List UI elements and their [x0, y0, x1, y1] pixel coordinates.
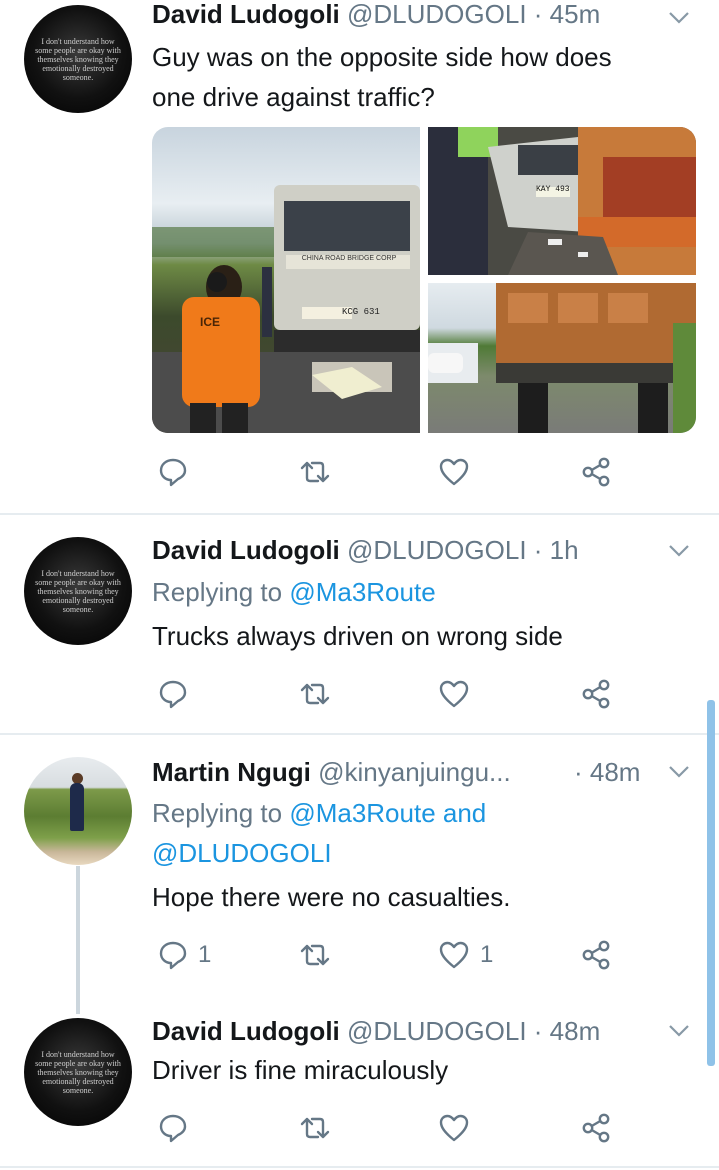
retweet-button[interactable] [298, 452, 342, 492]
share-button[interactable] [580, 935, 612, 975]
tweet-actions [0, 1108, 719, 1148]
retweet-icon [300, 683, 330, 705]
timestamp[interactable]: · 1h [534, 535, 579, 565]
license-plate-left: KCG 631 [342, 307, 380, 317]
user-handle[interactable]: @DLUDOGOLI [347, 535, 527, 565]
tweet-actions: 1 1 [0, 935, 719, 975]
heart-icon [439, 941, 469, 969]
tweet-text-line: one drive against traffic? [152, 82, 435, 112]
display-name[interactable]: Martin Ngugi [152, 757, 311, 787]
reply-icon [159, 941, 187, 970]
photo-crushed-car[interactable]: KAY 493 [428, 127, 696, 275]
chevron-down-icon[interactable] [667, 543, 691, 559]
avatar-quote: I don't understand how some people are o… [35, 568, 121, 614]
tweet-text: Trucks always driven on wrong side [152, 621, 563, 651]
like-button[interactable]: 1 [438, 935, 493, 975]
thread-connector [76, 866, 80, 1014]
mention-link[interactable]: @DLUDOGOLI [152, 833, 486, 873]
avatar-quote: I don't understand how some people are o… [35, 36, 121, 82]
share-button[interactable] [580, 674, 612, 714]
tweet-text: Hope there were no casualties. [152, 882, 511, 912]
retweet-icon [300, 1117, 330, 1139]
tweet-2[interactable]: I don't understand how some people are o… [0, 515, 719, 733]
user-handle[interactable]: @kinyanjuingu... [318, 757, 511, 787]
display-name[interactable]: David Ludogoli [152, 0, 340, 29]
tweet-text: Driver is fine miraculously [152, 1055, 449, 1085]
like-count: 1 [480, 941, 494, 968]
avatar-quote: I don't understand how some people are o… [35, 1049, 121, 1095]
replying-to: Replying to @Ma3Route and @DLUDOGOLI [152, 793, 486, 873]
reply-button[interactable] [158, 452, 198, 492]
share-icon [582, 679, 610, 709]
replying-to: Replying to @Ma3Route [152, 572, 436, 612]
tweet-actions [0, 674, 719, 714]
tweet-text: Guy was on the opposite side how does on… [152, 37, 612, 117]
like-button[interactable] [438, 674, 480, 714]
tweet-header: Martin Ngugi @kinyanjuingu... · 48m [152, 756, 640, 788]
reply-icon [159, 680, 187, 709]
replying-label: Replying to [152, 798, 283, 828]
tweet-4[interactable]: I don't understand how some people are o… [0, 1005, 719, 1165]
retweet-button[interactable] [298, 674, 342, 714]
timestamp[interactable]: · 48m [574, 756, 640, 788]
display-name[interactable]: David Ludogoli [152, 1016, 340, 1046]
chevron-down-icon[interactable] [667, 10, 691, 26]
reply-button[interactable]: 1 [158, 935, 211, 975]
avatar[interactable]: I don't understand how some people are o… [24, 5, 132, 113]
reply-button[interactable] [158, 1108, 198, 1148]
vest-text: ICE [200, 315, 221, 329]
reply-button[interactable] [158, 674, 198, 714]
like-button[interactable] [438, 1108, 480, 1148]
avatar[interactable] [24, 757, 132, 865]
retweet-icon [300, 944, 330, 966]
like-button[interactable] [438, 452, 480, 492]
tweet-header: David Ludogoli @DLUDOGOLI · 48m [152, 1015, 600, 1047]
heart-icon [439, 680, 469, 708]
share-icon [582, 457, 610, 487]
tweet-header: David Ludogoli @DLUDOGOLI · 45m [152, 0, 600, 30]
divider [0, 1166, 719, 1168]
user-handle[interactable]: @DLUDOGOLI [347, 1016, 527, 1046]
tweet-actions [0, 452, 719, 492]
media-grid: CHINA ROAD BRIDGE CORP KCG 631 ICE KAY 4… [152, 127, 696, 433]
crushed-car-drawing [428, 127, 696, 275]
chevron-down-icon[interactable] [667, 1023, 691, 1039]
share-icon [582, 1113, 610, 1143]
reply-icon [159, 458, 187, 487]
avatar[interactable]: I don't understand how some people are o… [24, 537, 132, 645]
share-button[interactable] [580, 1108, 612, 1148]
retweet-icon [300, 461, 330, 483]
mention-link[interactable]: @Ma3Route and [289, 798, 486, 828]
tweet-3[interactable]: Martin Ngugi @kinyanjuingu... · 48m Repl… [0, 735, 719, 1005]
retweet-button[interactable] [298, 935, 342, 975]
tweet-header: David Ludogoli @DLUDOGOLI · 1h [152, 534, 579, 566]
timestamp[interactable]: · 45m [534, 0, 600, 29]
truck-front-text: CHINA ROAD BRIDGE CORP [301, 255, 397, 262]
heart-icon [439, 458, 469, 486]
tweet-text-line: Guy was on the opposite side how does [152, 42, 612, 72]
scrollbar[interactable] [707, 700, 715, 1066]
license-plate-car: KAY 493 [536, 185, 570, 194]
truck-rear-drawing [428, 283, 696, 433]
photo-truck-scene[interactable]: CHINA ROAD BRIDGE CORP KCG 631 ICE [152, 127, 420, 433]
retweet-button[interactable] [298, 1108, 342, 1148]
display-name[interactable]: David Ludogoli [152, 535, 340, 565]
reply-icon [159, 1114, 187, 1143]
share-icon [582, 940, 610, 970]
replying-label: Replying to [152, 577, 283, 607]
chevron-down-icon[interactable] [667, 764, 691, 780]
tweet-1[interactable]: I don't understand how some people are o… [0, 0, 719, 512]
avatar-person-body [70, 783, 84, 831]
truck-scene-drawing [152, 185, 420, 433]
reply-count: 1 [198, 941, 212, 968]
user-handle[interactable]: @DLUDOGOLI [347, 0, 527, 29]
heart-icon [439, 1114, 469, 1142]
mention-link[interactable]: @Ma3Route [289, 577, 435, 607]
share-button[interactable] [580, 452, 612, 492]
photo-truck-rear[interactable] [428, 283, 696, 433]
timestamp[interactable]: · 48m [534, 1016, 600, 1046]
